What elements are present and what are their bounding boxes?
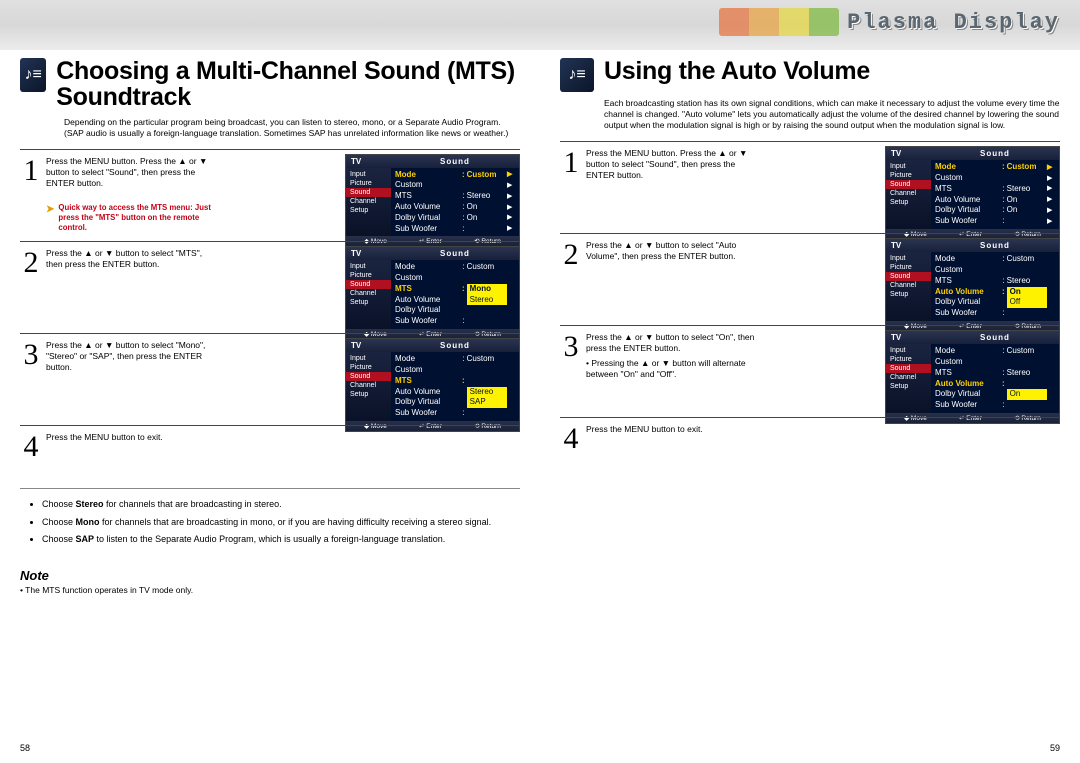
osd-screenshot-l2: TVSound InputPictureSoundChannelSetup Mo… bbox=[345, 246, 520, 340]
osd-sidebar: InputPictureSoundChannelSetup bbox=[346, 168, 391, 237]
header-bar-left bbox=[0, 0, 540, 50]
osd-screenshot-r1: TVSound InputPictureSoundChannelSetup Mo… bbox=[885, 146, 1060, 240]
page-left: ♪≡ Choosing a Multi-Channel Sound (MTS) … bbox=[0, 0, 540, 763]
notes-bullets: Choose Stereo for channels that are broa… bbox=[20, 488, 520, 546]
step-text: Press the MENU button. Press the ▲ or ▼ … bbox=[46, 156, 207, 188]
step-1-right: 1 Press the MENU button. Press the ▲ or … bbox=[560, 141, 1060, 233]
page-title-right: Using the Auto Volume bbox=[604, 58, 870, 84]
hint-arrow-icon: ➤ bbox=[46, 203, 54, 233]
sound-settings-icon: ♪≡ bbox=[20, 58, 46, 92]
step-4-right: 4 Press the MENU button to exit. bbox=[560, 417, 1060, 462]
list-item: Choose SAP to listen to the Separate Aud… bbox=[42, 534, 520, 546]
quick-hint: ➤ Quick way to access the MTS menu: Just… bbox=[46, 203, 216, 233]
list-item: Choose Stereo for channels that are broa… bbox=[42, 499, 520, 511]
step-3-left: 3 Press the ▲ or ▼ button to select "Mon… bbox=[20, 333, 520, 425]
osd-screenshot-r3: TVSound InputPictureSoundChannelSetup Mo… bbox=[885, 330, 1060, 424]
osd-screenshot-r2: TVSound InputPictureSoundChannelSetup Mo… bbox=[885, 238, 1060, 332]
step-1-left: 1 Press the MENU button. Press the ▲ or … bbox=[20, 149, 520, 242]
osd-screenshot-l1: TVSound InputPictureSoundChannelSetup Mo… bbox=[345, 154, 520, 248]
logo-swatch-icon bbox=[719, 8, 839, 36]
step-2-left: 2 Press the ▲ or ▼ button to select "MTS… bbox=[20, 241, 520, 333]
page-number-left: 58 bbox=[20, 743, 30, 753]
intro-right: Each broadcasting station has its own si… bbox=[604, 98, 1060, 131]
intro-left: Depending on the particular program bein… bbox=[64, 117, 520, 139]
list-item: Choose Mono for channels that are broadc… bbox=[42, 517, 520, 529]
header-bar-right: Plasma Display bbox=[540, 0, 1080, 50]
note-section: Note • The MTS function operates in TV m… bbox=[20, 568, 520, 595]
page-number-right: 59 bbox=[1050, 743, 1060, 753]
page-title-left: Choosing a Multi-Channel Sound (MTS) Sou… bbox=[56, 58, 520, 111]
step-3-right: 3 Press the ▲ or ▼ button to select "On"… bbox=[560, 325, 1060, 417]
page-right: Plasma Display ♪≡ Using the Auto Volume … bbox=[540, 0, 1080, 763]
sound-settings-icon: ♪≡ bbox=[560, 58, 594, 92]
step-2-right: 2 Press the ▲ or ▼ button to select "Aut… bbox=[560, 233, 1060, 325]
step-4-left: 4 Press the MENU button to exit. bbox=[20, 425, 520, 470]
osd-screenshot-l3: TVSound InputPictureSoundChannelSetup Mo… bbox=[345, 338, 520, 432]
plasma-display-logo: Plasma Display bbox=[719, 8, 1060, 36]
